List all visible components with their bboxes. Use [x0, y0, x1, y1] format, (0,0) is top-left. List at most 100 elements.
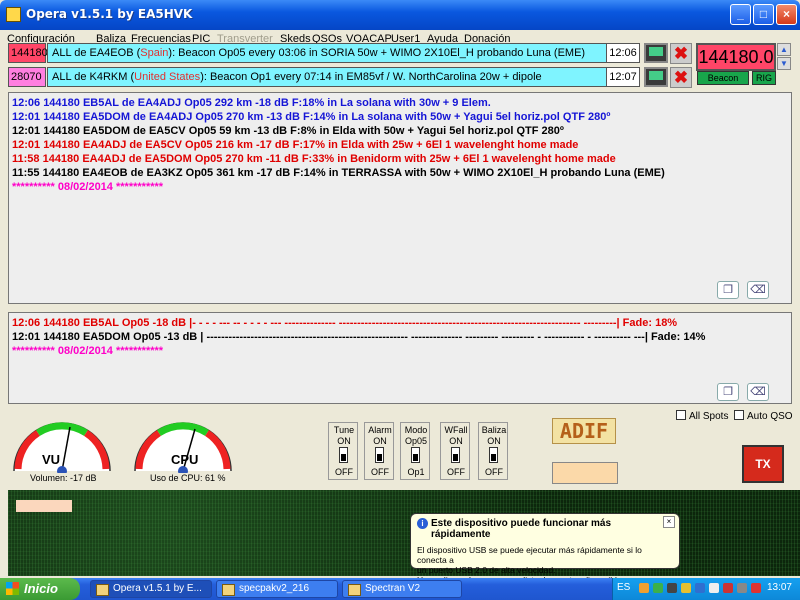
spot-country: United States [134, 71, 201, 83]
switch-off-label: OFF [447, 467, 465, 477]
auto-qso-checkbox[interactable]: Auto QSO [734, 410, 793, 422]
decode-log-panel[interactable]: 12:06 144180 EB5AL de EA4ADJ Op05 292 km… [8, 92, 792, 304]
switch-label: Tune [333, 425, 355, 435]
delete-spot-icon[interactable]: ✖ [670, 43, 692, 64]
freq-up-icon[interactable]: ▲ [777, 43, 791, 56]
security-icon[interactable] [751, 583, 761, 593]
task-spectran[interactable]: Spectran V2 [342, 580, 462, 598]
rig-button[interactable]: RIG [752, 71, 776, 85]
tray-icon[interactable] [723, 583, 733, 593]
copy-icon[interactable]: ❐ [717, 281, 739, 299]
freq-down-icon[interactable]: ▼ [777, 57, 791, 70]
switch-label: Baliza [481, 425, 507, 435]
computer-icon[interactable] [644, 67, 668, 87]
switch-on-label: ON [373, 436, 387, 446]
title-bar[interactable]: Opera v1.5.1 by EA5HVK _ □ × [0, 0, 800, 30]
vu-meter [13, 422, 111, 473]
tray-icon[interactable] [653, 583, 663, 593]
clock[interactable]: 13:07 [767, 582, 792, 593]
task-specpak[interactable]: specpakv2_216 [216, 580, 338, 598]
start-button[interactable]: Inicio [0, 578, 80, 600]
log-line: 12:06 144180 EB5AL de EA4ADJ Op05 292 km… [12, 97, 491, 109]
copy-icon[interactable]: ❐ [717, 383, 739, 401]
spot-details: ): Beacon Op05 every 03:06 in SORIA 50w … [168, 47, 586, 59]
switch-label: WFall [444, 425, 468, 435]
switch-off-label: OFF [335, 467, 353, 477]
spot-text[interactable]: ALL de EA4EOB (Spain): Beacon Op05 every… [47, 43, 607, 63]
tune-switch[interactable]: Tune ON OFF [328, 422, 358, 480]
switch-off-label: OFF [371, 467, 389, 477]
spot-frequency[interactable]: 28070 [8, 67, 46, 87]
tray-icon[interactable] [695, 583, 705, 593]
switch-toggle[interactable] [489, 447, 498, 463]
shield-icon[interactable] [681, 583, 691, 593]
language-indicator[interactable]: ES [617, 582, 630, 593]
fade-log-panel[interactable]: 12:06 144180 EB5AL Op05 -18 dB |- - - - … [8, 312, 792, 404]
balloon-text: El dispositivo USB se puede ejecutar más… [417, 545, 642, 565]
alarm-switch[interactable]: Alarm ON OFF [364, 422, 394, 480]
log-line: ********** 08/02/2014 *********** [12, 181, 164, 193]
close-balloon-icon[interactable]: × [663, 516, 675, 528]
log-line: 11:55 144180 EA4EOB de EA3KZ Op05 361 km… [12, 167, 665, 179]
switch-toggle[interactable] [375, 447, 384, 463]
info-icon: i [417, 518, 428, 529]
minimize-button[interactable]: _ [730, 4, 751, 25]
volume-label: Volumen: -17 dB [30, 473, 97, 483]
switch-toggle[interactable] [411, 447, 420, 463]
spot-callsign-text: ALL de K4RKM ( [52, 71, 135, 83]
mode-switch[interactable]: Modo Op05 Op1 [400, 422, 430, 480]
switch-label: Modo [404, 425, 428, 435]
cpu-gauge-name: CPU [171, 452, 199, 467]
spot-text[interactable]: ALL de K4RKM (United States): Beacon Op1… [47, 67, 607, 87]
checkbox-icon[interactable] [676, 410, 686, 420]
log-line: 12:01 144180 EA5DOM de EA4ADJ Op05 270 k… [12, 111, 611, 123]
tx-button[interactable]: TX [742, 445, 784, 483]
all-spots-label: All Spots [689, 411, 729, 422]
usb-notification-balloon[interactable]: i × Este dispositivo puede funcionar más… [410, 513, 680, 585]
taskbar: Inicio Opera v1.5.1 by E... specpakv2_21… [0, 578, 800, 600]
volume-icon[interactable] [709, 583, 719, 593]
window-title: Opera v1.5.1 by EA5HVK [26, 7, 193, 21]
spot-time: 12:06 [606, 43, 640, 63]
frequency-display[interactable]: 144180.0 [696, 43, 776, 71]
switch-label: Alarm [368, 425, 392, 435]
adif-button[interactable]: ADIF [552, 418, 616, 444]
balloon-title: Este dispositivo puede funcionar más ráp… [431, 518, 612, 540]
switch-off-label: OFF [485, 467, 503, 477]
adif-status-field[interactable] [552, 462, 618, 484]
switch-toggle[interactable] [451, 447, 460, 463]
switch-on-label: Op05 [404, 436, 428, 446]
spot-frequency[interactable]: 144180 [8, 43, 48, 63]
checkbox-icon[interactable] [734, 410, 744, 420]
fade-line: ********** 08/02/2014 *********** [12, 345, 164, 357]
spot-country: Spain [140, 47, 169, 59]
delete-spot-icon[interactable]: ✖ [670, 67, 692, 88]
wfall-switch[interactable]: WFall ON OFF [440, 422, 470, 480]
waterfall-marker[interactable] [16, 500, 72, 512]
task-opera[interactable]: Opera v1.5.1 by E... [90, 580, 212, 598]
vu-gauge-name: VU [42, 452, 61, 467]
baliza-switch[interactable]: Baliza ON OFF [478, 422, 508, 480]
maximize-button[interactable]: □ [753, 4, 774, 25]
switch-on-label: ON [337, 436, 351, 446]
log-line: 11:58 144180 EA4ADJ de EA5DOM Op05 270 k… [12, 153, 616, 165]
fade-line: 12:06 144180 EB5AL Op05 -18 dB |- - - - … [12, 317, 678, 329]
eraser-icon[interactable]: ⌫ [747, 281, 769, 299]
close-button[interactable]: × [776, 4, 797, 25]
app-icon [6, 7, 21, 22]
all-spots-checkbox[interactable]: All Spots [676, 410, 728, 422]
system-tray: ES 13:07 [612, 578, 800, 600]
network-icon[interactable] [737, 583, 747, 593]
tray-icon[interactable] [639, 583, 649, 593]
cpu-usage-label: Uso de CPU: 61 % [150, 473, 226, 483]
computer-icon[interactable] [644, 43, 668, 63]
usb-icon[interactable] [667, 583, 677, 593]
switch-on-label: ON [449, 436, 463, 446]
eraser-icon[interactable]: ⌫ [747, 383, 769, 401]
beacon-button[interactable]: Beacon [697, 71, 749, 85]
switch-on-label: ON [487, 436, 501, 446]
auto-qso-label: Auto QSO [747, 411, 793, 422]
switch-toggle[interactable] [339, 447, 348, 463]
waterfall-display[interactable] [8, 490, 800, 576]
spot-details: ): Beacon Op1 every 07:14 in EM85vf / W.… [200, 71, 542, 83]
